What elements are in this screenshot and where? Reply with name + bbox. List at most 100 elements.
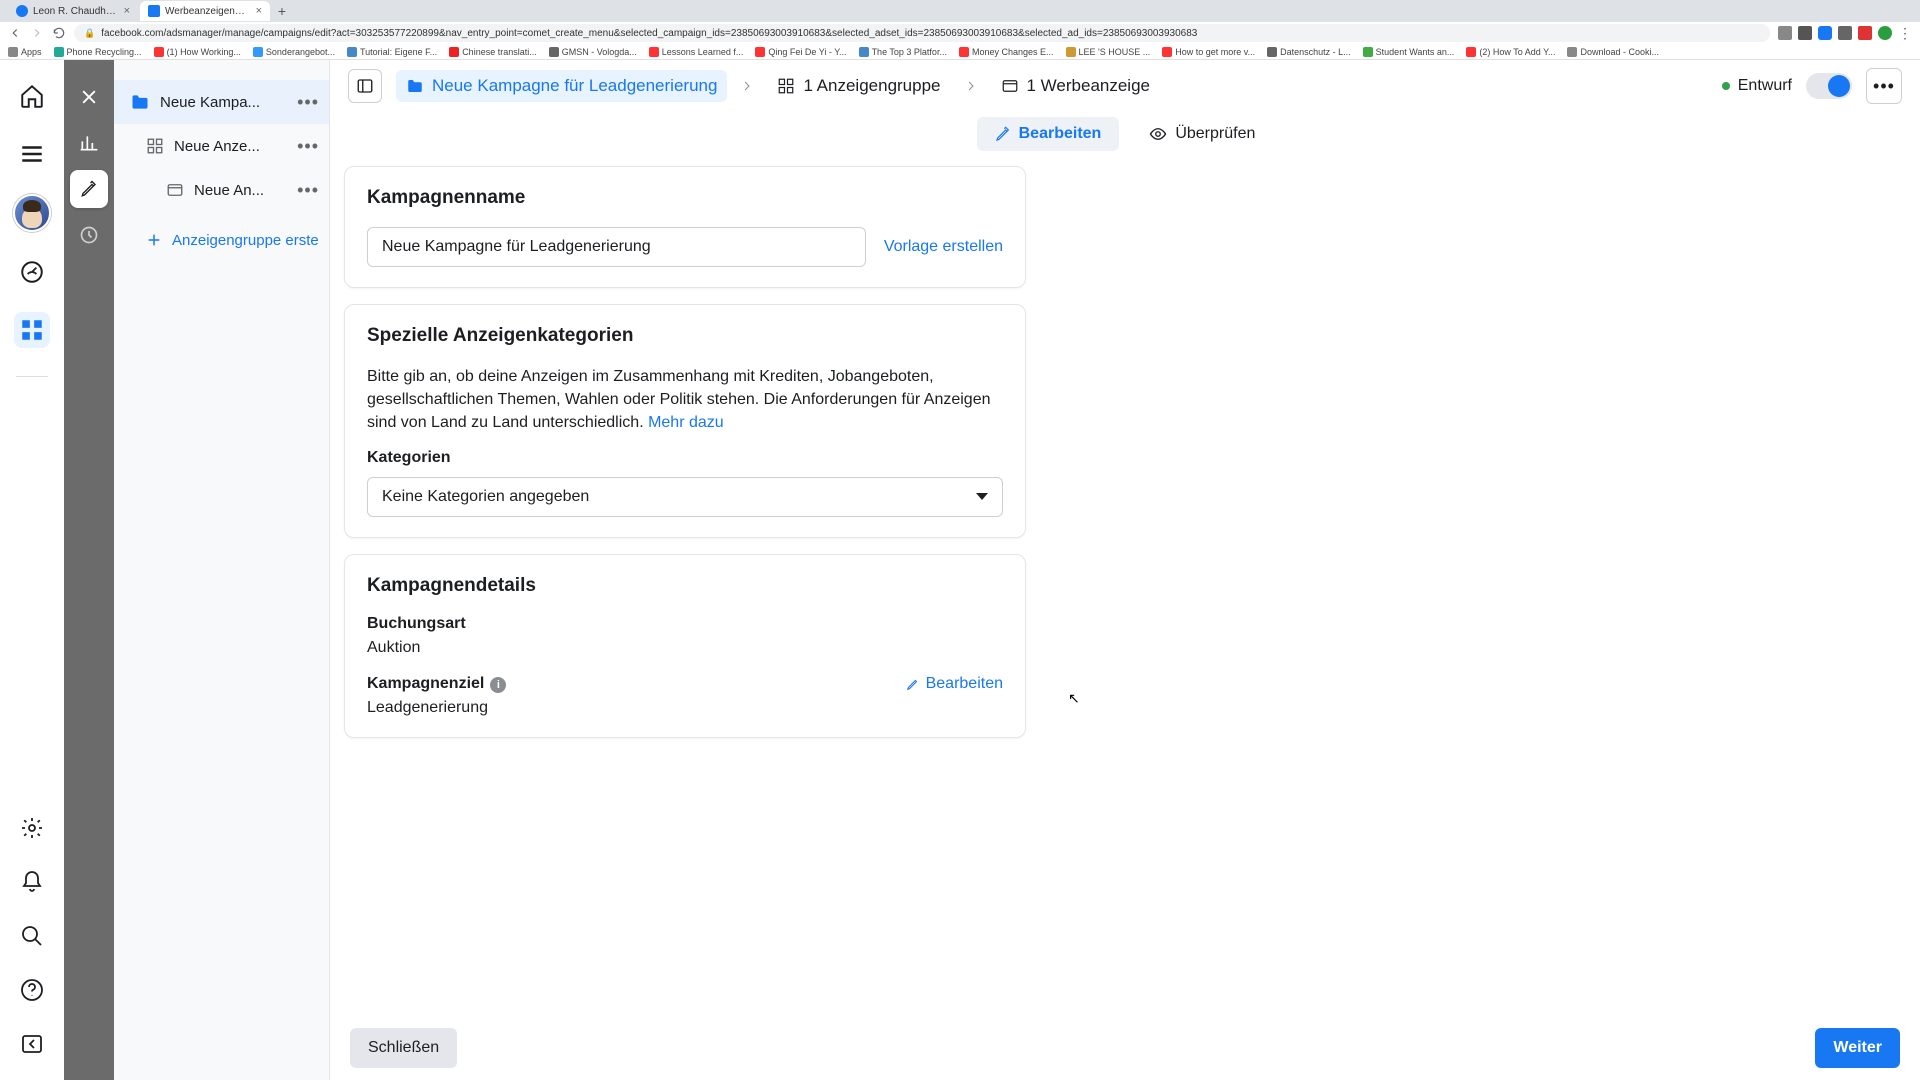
plus-icon: [146, 232, 162, 248]
bookmark-item[interactable]: (2) How To Add Y...: [1466, 47, 1555, 57]
tab-review[interactable]: Überprüfen: [1131, 117, 1273, 151]
app-root: Neue Kampa... ••• Neue Anze... ••• Neue …: [0, 60, 1920, 1080]
info-icon[interactable]: i: [490, 677, 506, 693]
breadcrumb-campaign[interactable]: Neue Kampagne für Leadgenerierung: [396, 70, 727, 102]
tree-adset-item[interactable]: Neue Anze... •••: [114, 124, 329, 168]
toggle-knob: [1828, 75, 1850, 97]
campaign-name-input[interactable]: [367, 227, 866, 267]
grid-icon: [146, 137, 164, 155]
close-icon[interactable]: ×: [124, 5, 130, 17]
bookmark-item[interactable]: Money Changes E...: [959, 47, 1054, 57]
reload-button[interactable]: [52, 26, 66, 40]
more-icon[interactable]: •••: [297, 136, 319, 157]
history-icon[interactable]: [70, 216, 108, 254]
browser-chrome: Leon R. Chaudhari | Facebook × Werbeanze…: [0, 0, 1920, 60]
special-categories-card: Spezielle Anzeigenkategorien Bitte gib a…: [344, 304, 1026, 538]
ads-manager-icon[interactable]: [14, 312, 50, 348]
structure-tree: Neue Kampa... ••• Neue Anze... ••• Neue …: [114, 60, 330, 1080]
url-input[interactable]: 🔒 facebook.com/adsmanager/manage/campaig…: [74, 24, 1770, 42]
create-template-link[interactable]: Vorlage erstellen: [884, 238, 1003, 256]
chart-icon[interactable]: [70, 124, 108, 162]
breadcrumb-ad[interactable]: 1 Werbeanzeige: [991, 70, 1161, 102]
close-icon[interactable]: ×: [256, 5, 262, 17]
apps-button[interactable]: Apps: [8, 47, 42, 57]
bookmarks-bar: Apps Phone Recycling... (1) How Working.…: [0, 44, 1920, 60]
bookmark-item[interactable]: Student Wants an...: [1363, 47, 1455, 57]
bookmark-item[interactable]: GMSN - Vologda...: [549, 47, 637, 57]
edit-tool-button[interactable]: [70, 170, 108, 208]
home-icon[interactable]: [14, 78, 50, 114]
chevron-down-icon: [976, 493, 988, 500]
back-button[interactable]: [8, 26, 22, 40]
folder-icon: [406, 77, 424, 95]
tree-ad-item[interactable]: Neue An... •••: [114, 168, 329, 212]
field-label: Kategorien: [367, 449, 1003, 467]
bookmark-item[interactable]: Sonderangebot...: [253, 47, 335, 57]
browser-tab-inactive[interactable]: Leon R. Chaudhari | Facebook ×: [8, 1, 138, 21]
bookmark-item[interactable]: Download - Cooki...: [1567, 47, 1659, 57]
account-avatar[interactable]: [13, 194, 51, 232]
tab-label: Überprüfen: [1175, 125, 1255, 143]
new-tab-button[interactable]: +: [272, 3, 292, 19]
extension-icon[interactable]: [1878, 26, 1892, 40]
campaign-name-card: Kampagnenname Vorlage erstellen: [344, 166, 1026, 288]
forward-button[interactable]: [30, 26, 44, 40]
more-icon[interactable]: •••: [297, 180, 319, 201]
settings-icon[interactable]: [14, 810, 50, 846]
extension-icon[interactable]: [1858, 26, 1872, 40]
ad-icon: [166, 181, 184, 199]
cursor-icon: ↖: [1068, 690, 1080, 707]
address-bar: 🔒 facebook.com/adsmanager/manage/campaig…: [0, 22, 1920, 44]
url-text: facebook.com/adsmanager/manage/campaigns…: [101, 28, 1197, 39]
bookmark-item[interactable]: Phone Recycling...: [54, 47, 142, 57]
bookmark-item[interactable]: How to get more v...: [1162, 47, 1255, 57]
bookmark-item[interactable]: Datenschutz - L...: [1267, 47, 1351, 57]
tab-title: Werbeanzeigenmanager - We: [165, 6, 251, 17]
learn-more-link[interactable]: Mehr dazu: [648, 414, 724, 431]
publish-toggle[interactable]: [1806, 73, 1852, 99]
footer-bar: Schließen Weiter: [330, 1016, 1920, 1080]
edit-objective-link[interactable]: Bearbeiten: [906, 675, 1003, 693]
bookmark-item[interactable]: The Top 3 Platfor...: [859, 47, 947, 57]
help-icon[interactable]: [14, 972, 50, 1008]
menu-icon[interactable]: [14, 136, 50, 172]
categories-select[interactable]: Keine Kategorien angegeben: [367, 477, 1003, 517]
tab-edit[interactable]: Bearbeiten: [977, 117, 1120, 151]
close-editor-button[interactable]: [70, 78, 108, 116]
tree-campaign-item[interactable]: Neue Kampa... •••: [114, 80, 329, 124]
extension-icon[interactable]: [1778, 26, 1792, 40]
close-button[interactable]: Schließen: [350, 1028, 457, 1068]
notifications-icon[interactable]: [14, 864, 50, 900]
subtabs: Bearbeiten Überprüfen: [330, 112, 1920, 156]
bookmark-item[interactable]: Lessons Learned f...: [649, 47, 744, 57]
next-button[interactable]: Weiter: [1815, 1028, 1900, 1068]
bookmark-item[interactable]: Tutorial: Eigene F...: [347, 47, 437, 57]
collapse-icon[interactable]: [14, 1026, 50, 1062]
more-button[interactable]: •••: [1866, 68, 1902, 104]
gauge-icon[interactable]: [14, 254, 50, 290]
bookmark-item[interactable]: Chinese translati...: [449, 47, 537, 57]
extension-icon[interactable]: [1798, 26, 1812, 40]
extension-icon[interactable]: [1838, 26, 1852, 40]
crumb-label: Neue Kampagne für Leadgenerierung: [432, 76, 717, 96]
section-title: Spezielle Anzeigenkategorien: [367, 325, 1003, 347]
tree-label: Neue An...: [194, 182, 287, 199]
browser-menu-icon[interactable]: ⋮: [1898, 25, 1912, 42]
booking-type-value: Auktion: [367, 639, 1003, 657]
section-title: Kampagnenname: [367, 187, 1003, 209]
toggle-sidebar-button[interactable]: [348, 69, 382, 103]
bookmark-item[interactable]: (1) How Working...: [154, 47, 241, 57]
tree-label: Neue Kampa...: [160, 94, 287, 111]
browser-tab-active[interactable]: Werbeanzeigenmanager - We ×: [140, 1, 270, 21]
tab-bar: Leon R. Chaudhari | Facebook × Werbeanze…: [0, 0, 1920, 22]
search-icon[interactable]: [14, 918, 50, 954]
bookmark-item[interactable]: LEE 'S HOUSE ...: [1066, 47, 1151, 57]
extension-icon[interactable]: [1818, 26, 1832, 40]
more-icon[interactable]: •••: [297, 92, 319, 113]
tab-label: Bearbeiten: [1019, 125, 1102, 143]
form-scroll-area[interactable]: Kampagnenname Vorlage erstellen Speziell…: [330, 156, 1920, 1016]
add-adset-button[interactable]: Anzeigengruppe erste: [114, 218, 329, 262]
bookmark-item[interactable]: Qing Fei De Yi - Y...: [755, 47, 846, 57]
breadcrumb-adset[interactable]: 1 Anzeigengruppe: [767, 70, 950, 102]
section-title: Kampagnendetails: [367, 575, 1003, 597]
